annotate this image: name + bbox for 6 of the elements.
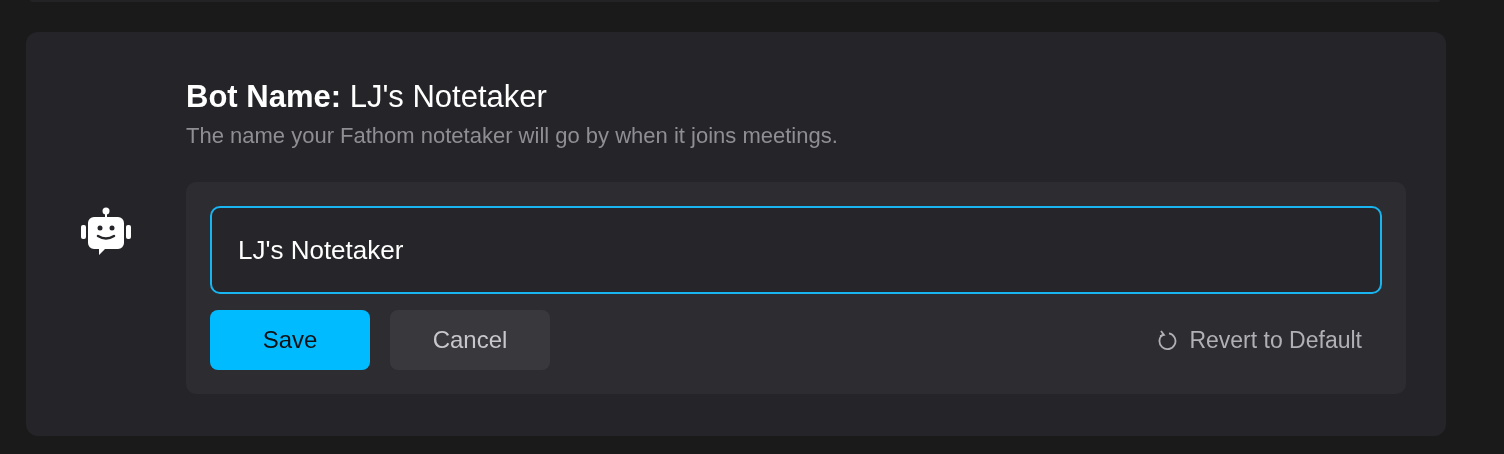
setting-title: Bot Name: LJ's Notetaker <box>186 78 548 116</box>
save-button[interactable]: Save <box>210 310 370 370</box>
cancel-button[interactable]: Cancel <box>390 310 550 370</box>
setting-description: The name your Fathom notetaker will go by when it joins meetings. <box>186 122 839 150</box>
revert-button[interactable]: Revert to Default <box>1157 310 1362 370</box>
name-input[interactable]: LJ's Notetaker <box>210 206 1382 294</box>
